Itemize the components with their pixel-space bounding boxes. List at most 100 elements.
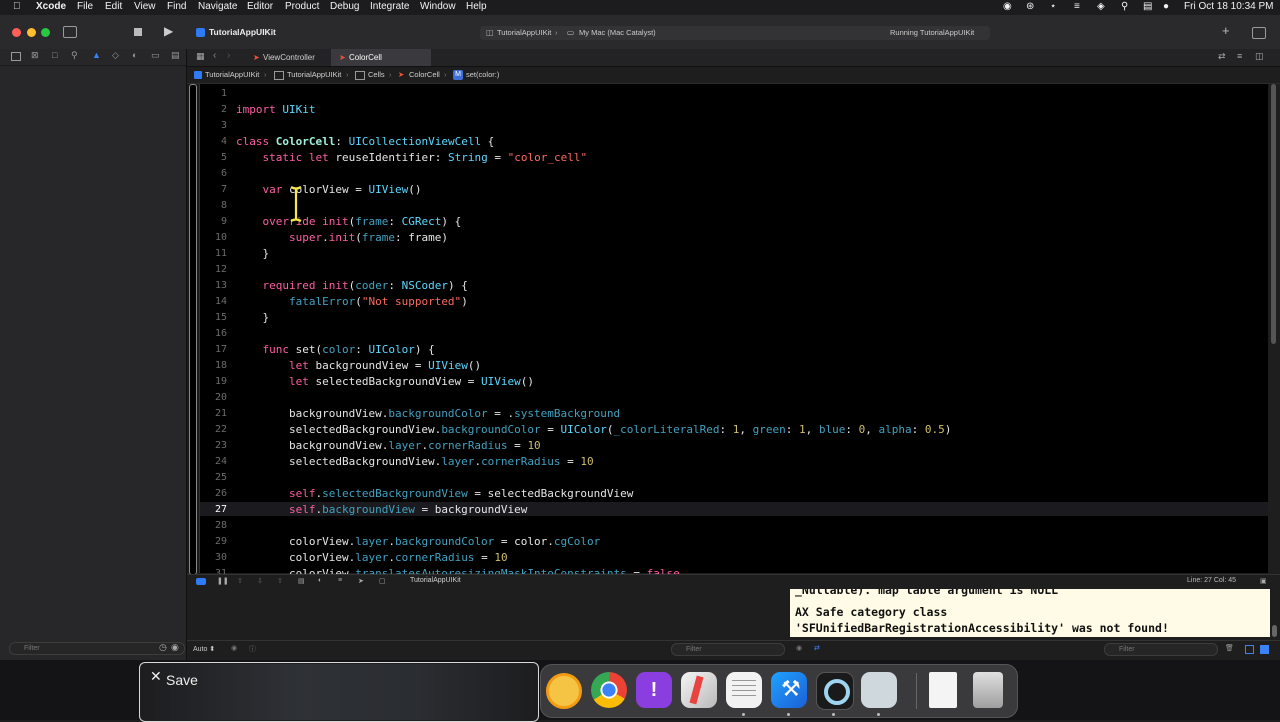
step-out-icon[interactable]: ⇧ (277, 577, 283, 585)
zoom-window-button[interactable] (41, 28, 50, 37)
editor-options-icon[interactable]: ≡ (1237, 51, 1242, 61)
split-left-icon[interactable] (1245, 645, 1254, 654)
code-line[interactable]: var colorView = UIView() (236, 183, 422, 196)
console-options-icon[interactable]: ⇄ (814, 644, 820, 652)
add-icon[interactable]: + (1222, 23, 1230, 38)
environment-icon[interactable]: ≡ (338, 577, 342, 584)
wifi-icon[interactable]: ◈ (1097, 1, 1105, 12)
forward-icon[interactable]: › (227, 50, 230, 61)
close-icon[interactable]: ✕ (150, 668, 162, 685)
xcode-icon[interactable]: ⚒ (771, 672, 807, 708)
eye-icon[interactable]: ◉ (796, 644, 802, 652)
menu-view[interactable]: View (134, 1, 156, 12)
code-line[interactable]: colorView.layer.backgroundColor = color.… (236, 535, 600, 548)
minimize-window-button[interactable] (27, 28, 36, 37)
stop-icon[interactable] (134, 28, 142, 36)
close-window-button[interactable] (12, 28, 21, 37)
finder-icon[interactable] (546, 673, 582, 709)
refresh-icon[interactable]: ⇄ (1218, 51, 1226, 62)
preview-icon[interactable] (861, 672, 897, 708)
control-center-icon[interactable]: ▤ (1143, 1, 1152, 12)
hide-debug-icon[interactable]: ▣ (1260, 577, 1267, 585)
menu-window[interactable]: Window (420, 1, 456, 12)
breadcrumb-project[interactable]: TutorialAppUIKit (205, 70, 259, 79)
breadcrumb-target[interactable]: TutorialAppUIKit (287, 70, 341, 79)
scheme-name[interactable]: TutorialAppUIKit (497, 28, 551, 37)
save-label[interactable]: Save (166, 672, 198, 688)
code-line[interactable]: backgroundView.backgroundColor = .system… (236, 407, 620, 420)
console-toggle-icon[interactable] (196, 578, 206, 585)
code-line[interactable]: class ColorCell: UICollectionViewCell { (236, 135, 494, 148)
split-right-icon[interactable] (1260, 645, 1269, 654)
code-line[interactable]: self.backgroundView = backgroundView (236, 503, 527, 516)
code-line[interactable]: colorView.layer.cornerRadius = 10 (236, 551, 508, 564)
menu-edit[interactable]: Edit (105, 1, 122, 12)
menu-debug[interactable]: Debug (330, 1, 359, 12)
source-control-icon[interactable]: ⊠ (31, 50, 39, 61)
view-hierarchy-icon[interactable]: ▤ (298, 577, 305, 585)
apple-menu-icon[interactable]:  (13, 1, 21, 12)
record-icon[interactable]: ◉ (1003, 1, 1012, 12)
textedit-icon[interactable] (726, 672, 762, 708)
issue-icon[interactable]: ▲ (92, 50, 101, 60)
menu-editor[interactable]: Editor (247, 1, 273, 12)
editor-scrollbar[interactable] (1268, 84, 1280, 573)
trash-icon[interactable] (973, 672, 1003, 708)
step-over-icon[interactable]: ⇧ (237, 577, 243, 585)
destination[interactable]: My Mac (Mac Catalyst) (579, 28, 656, 37)
tab-colorcell[interactable]: ➤ ColorCell (331, 49, 431, 66)
control-icon[interactable]: ≡ (1074, 1, 1080, 12)
grid-icon[interactable]: ▦ (196, 51, 205, 62)
txt-file-icon[interactable] (929, 672, 957, 708)
breakpoint-icon[interactable]: ▭ (151, 50, 160, 61)
siri-icon[interactable]: ● (1163, 1, 1169, 12)
code-line[interactable]: backgroundView.layer.cornerRadius = 10 (236, 439, 541, 452)
memory-graph-icon[interactable]: ◐ (318, 577, 322, 584)
console-filter-field[interactable]: Filter (1104, 643, 1218, 656)
clock[interactable]: Fri Oct 18 10:34 PM (1184, 1, 1273, 12)
folder-icon[interactable] (11, 52, 21, 61)
code-line[interactable]: let selectedBackgroundView = UIView() (236, 375, 534, 388)
filter-options-icon[interactable]: ◉ (171, 642, 179, 653)
menu-navigate[interactable]: Navigate (198, 1, 237, 12)
code-line[interactable]: fatalError("Not supported") (236, 295, 468, 308)
step-into-icon[interactable]: ⇩ (257, 577, 263, 585)
chrome-icon[interactable] (591, 672, 627, 708)
info-icon[interactable]: ⓘ (249, 644, 256, 654)
scrollbar-thumb[interactable] (1271, 84, 1276, 344)
menu-integrate[interactable]: Integrate (370, 1, 409, 12)
code-line[interactable]: import UIKit (236, 103, 316, 116)
simulate-location-icon[interactable]: ➤ (358, 577, 364, 585)
sidebar-toggle-icon[interactable] (63, 26, 77, 38)
code-line[interactable]: } (236, 247, 269, 260)
breadcrumb-file[interactable]: ColorCell (409, 70, 440, 79)
bookmark-icon[interactable]: □ (52, 50, 57, 60)
menu-find[interactable]: Find (167, 1, 186, 12)
feedback-icon[interactable]: ! (636, 672, 672, 708)
test-icon[interactable]: ◇ (112, 50, 119, 61)
code-line[interactable]: self.selectedBackgroundView = selectedBa… (236, 487, 633, 500)
code-line[interactable]: selectedBackgroundView.layer.cornerRadiu… (236, 455, 594, 468)
inspector-toggle-icon[interactable] (1252, 27, 1266, 39)
code-line[interactable]: override init(frame: CGRect) { (236, 215, 462, 228)
airdrop-icon[interactable]: ⊛ (1026, 1, 1034, 12)
variables-scope-select[interactable]: Auto ⬍ (193, 645, 215, 653)
activity-view[interactable]: ◫ TutorialAppUIKit › ▭ My Mac (Mac Catal… (480, 26, 990, 40)
find-icon[interactable]: ⚲ (71, 50, 78, 61)
code-line[interactable]: func set(color: UIColor) { (236, 343, 435, 356)
trash-icon[interactable]: 🗑 (1225, 644, 1234, 652)
code-line[interactable]: required init(coder: NSCoder) { (236, 279, 468, 292)
debug-icon[interactable]: ◐ (132, 50, 137, 60)
pause-icon[interactable]: ❚❚ (217, 577, 229, 585)
recent-files-icon[interactable]: ◷ (159, 642, 167, 653)
code-line[interactable]: let backgroundView = UIView() (236, 359, 481, 372)
run-icon[interactable]: ▶ (164, 24, 173, 38)
debug-console[interactable]: _Nullable). map table argument is NULL A… (790, 589, 1270, 637)
code-line[interactable]: static let reuseIdentifier: String = "co… (236, 151, 588, 164)
scrollbar-thumb[interactable] (1272, 625, 1277, 637)
sketch-app-icon[interactable] (681, 672, 717, 708)
menu-help[interactable]: Help (466, 1, 487, 12)
variables-filter-field[interactable]: Filter (671, 643, 785, 656)
menu-product[interactable]: Product (285, 1, 319, 12)
report-icon[interactable]: ▤ (171, 50, 180, 61)
